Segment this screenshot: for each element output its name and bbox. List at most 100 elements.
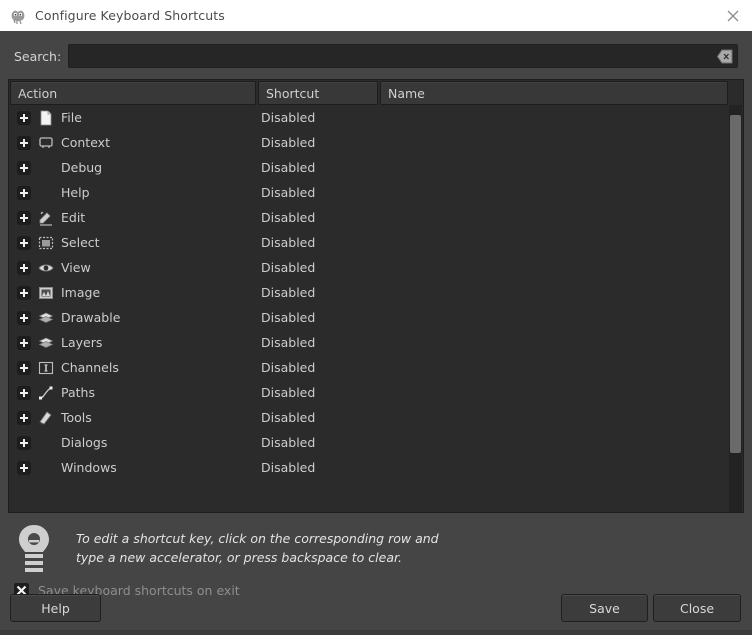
table-row[interactable]: Windows Disabled xyxy=(9,455,731,480)
table-row-shortcut-value[interactable]: Disabled xyxy=(261,285,315,300)
expand-icon[interactable] xyxy=(17,211,31,225)
search-input[interactable] xyxy=(69,45,737,67)
expand-icon[interactable] xyxy=(17,161,31,175)
select-icon xyxy=(38,235,54,251)
table-row[interactable]: Help Disabled xyxy=(9,180,731,205)
expand-icon[interactable] xyxy=(17,261,31,275)
tree-scrollbar[interactable] xyxy=(729,105,742,512)
table-row[interactable]: File Disabled xyxy=(9,105,731,130)
save-button[interactable]: Save xyxy=(561,594,648,622)
expand-icon[interactable] xyxy=(17,311,31,325)
table-row-shortcut-value[interactable]: Disabled xyxy=(261,410,315,425)
table-row[interactable]: Debug Disabled xyxy=(9,155,731,180)
expand-icon[interactable] xyxy=(17,361,31,375)
no-icon xyxy=(38,460,54,476)
table-row-shortcut-value[interactable]: Disabled xyxy=(261,110,315,125)
expand-icon[interactable] xyxy=(17,461,31,475)
table-row-shortcut-value[interactable]: Disabled xyxy=(261,310,315,325)
table-row-shortcut-value[interactable]: Disabled xyxy=(261,435,315,450)
table-row-action-label: Tools xyxy=(61,410,92,425)
table-row-action-label: Debug xyxy=(61,160,102,175)
table-row-shortcut-value[interactable]: Disabled xyxy=(261,460,315,475)
table-row-action-label: File xyxy=(61,110,82,125)
table-row-action-label: Channels xyxy=(61,360,119,375)
context-icon xyxy=(38,135,54,151)
table-row-action-label: Select xyxy=(61,235,100,250)
expand-icon[interactable] xyxy=(17,286,31,300)
table-row[interactable]: Channels Disabled xyxy=(9,355,731,380)
table-row-action-label: Paths xyxy=(61,385,95,400)
table-row-action-label: Dialogs xyxy=(61,435,107,450)
table-row-shortcut-value[interactable]: Disabled xyxy=(261,335,315,350)
wilber-icon xyxy=(10,8,26,24)
table-row-action-label: Context xyxy=(61,135,110,150)
lightbulb-icon xyxy=(14,523,54,575)
table-row[interactable]: Image Disabled xyxy=(9,280,731,305)
column-header-shortcut[interactable]: Shortcut xyxy=(258,81,378,105)
image-icon xyxy=(38,285,54,301)
window-title: Configure Keyboard Shortcuts xyxy=(35,8,225,23)
table-row[interactable]: Paths Disabled xyxy=(9,380,731,405)
no-icon xyxy=(38,185,54,201)
table-row-action-label: View xyxy=(61,260,91,275)
paths-icon xyxy=(38,385,54,401)
expand-icon[interactable] xyxy=(17,236,31,250)
expand-icon[interactable] xyxy=(17,336,31,350)
table-row[interactable]: Drawable Disabled xyxy=(9,305,731,330)
table-row-shortcut-value[interactable]: Disabled xyxy=(261,210,315,225)
close-icon[interactable] xyxy=(724,7,742,25)
expand-icon[interactable] xyxy=(17,386,31,400)
column-header-name[interactable]: Name xyxy=(380,81,728,105)
search-row: Search: xyxy=(0,43,752,69)
tools-icon xyxy=(38,410,54,426)
table-row-action-label: Edit xyxy=(61,210,85,225)
table-row-action-label: Windows xyxy=(61,460,117,475)
table-row[interactable]: View Disabled xyxy=(9,255,731,280)
table-row[interactable]: Edit Disabled xyxy=(9,205,731,230)
tree-header: Action Shortcut Name xyxy=(9,80,744,104)
table-row[interactable]: LayersDisabled xyxy=(9,330,731,355)
window-bottom-strip xyxy=(0,630,752,635)
no-icon xyxy=(38,435,54,451)
hint-line-1: To edit a shortcut key, click on the cor… xyxy=(76,529,439,548)
tree-scrollbar-thumb[interactable] xyxy=(730,115,741,453)
table-row-shortcut-value[interactable]: Disabled xyxy=(261,385,315,400)
layers-icon xyxy=(38,335,54,351)
shortcuts-tree[interactable]: Action Shortcut Name File Disabled Contex… xyxy=(8,79,744,513)
expand-icon[interactable] xyxy=(17,436,31,450)
table-row[interactable]: Select Disabled xyxy=(9,230,731,255)
table-row-shortcut-value[interactable]: Disabled xyxy=(261,185,315,200)
tree-rows: File Disabled Context Disabled Debug Disable… xyxy=(9,105,731,513)
table-row-shortcut-value[interactable]: Disabled xyxy=(261,160,315,175)
table-row-action-label: Drawable xyxy=(61,310,120,325)
hint-area: To edit a shortcut key, click on the cor… xyxy=(14,521,714,577)
search-label: Search: xyxy=(14,49,68,64)
file-icon xyxy=(38,110,54,126)
search-field[interactable] xyxy=(68,44,738,68)
table-row-shortcut-value[interactable]: Disabled xyxy=(261,235,315,250)
help-button[interactable]: Help xyxy=(10,594,101,622)
layers-icon xyxy=(38,310,54,326)
edit-icon xyxy=(38,210,54,226)
expand-icon[interactable] xyxy=(17,136,31,150)
table-row-shortcut-value[interactable]: Disabled xyxy=(261,260,315,275)
close-button[interactable]: Close xyxy=(653,594,741,622)
table-row-shortcut-value[interactable]: Disabled xyxy=(261,135,315,150)
table-row-action-label: Help xyxy=(61,185,90,200)
table-row[interactable]: Context Disabled xyxy=(9,130,731,155)
hint-text: To edit a shortcut key, click on the cor… xyxy=(76,529,439,567)
hint-line-2: type a new accelerator, or press backspa… xyxy=(76,548,439,567)
table-row-shortcut-value[interactable]: Disabled xyxy=(261,360,315,375)
column-header-action[interactable]: Action xyxy=(10,81,256,105)
table-row[interactable]: Dialogs Disabled xyxy=(9,430,731,455)
table-row-action-label: Image xyxy=(61,285,100,300)
clear-icon[interactable] xyxy=(717,49,733,64)
window-titlebar[interactable]: Configure Keyboard Shortcuts xyxy=(0,0,752,31)
expand-icon[interactable] xyxy=(17,411,31,425)
no-icon xyxy=(38,160,54,176)
expand-icon[interactable] xyxy=(17,111,31,125)
dialog-body: Search: Action Shortcut Name File Disable… xyxy=(0,31,752,635)
table-row[interactable]: Tools Disabled xyxy=(9,405,731,430)
expand-icon[interactable] xyxy=(17,186,31,200)
eye-icon xyxy=(38,260,54,276)
